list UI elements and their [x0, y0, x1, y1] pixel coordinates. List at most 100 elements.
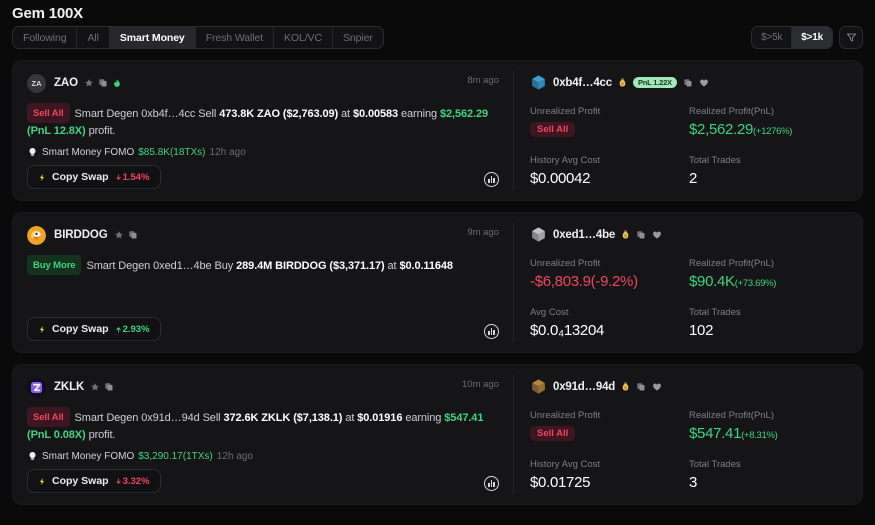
- copy-icon[interactable]: [683, 78, 693, 88]
- action-prefix: Smart Degen 0x91d…94d Sell: [75, 412, 224, 424]
- action-pnl: (PnL 12.8X): [27, 125, 86, 137]
- wallet-address[interactable]: 0x91d…94d: [553, 381, 615, 393]
- tab-all[interactable]: All: [77, 27, 109, 48]
- realized-label: Realized Profit(PnL): [689, 104, 848, 119]
- wallet-header: 0x91d…94d$: [530, 377, 848, 396]
- cost-value: $0.0₄13204: [530, 320, 689, 342]
- flame-icon: [112, 78, 122, 89]
- card-right: 0xed1…4be $ Unrealized Profit-$6,803.9(-9.…: [514, 213, 862, 352]
- arrow-down-icon: [115, 477, 122, 486]
- wallet-address[interactable]: 0xed1…4be: [553, 229, 615, 241]
- avatar[interactable]: ZA: [27, 74, 46, 93]
- copy-icon[interactable]: [104, 382, 114, 392]
- page-title: Gem 100X: [12, 0, 83, 28]
- card-left: BIRDDOG9m agoBuy MoreSmart Degen 0xed1…4…: [13, 213, 513, 352]
- realized-value: $2,562.29(+1276%): [689, 119, 848, 143]
- cost-value: $0.00042: [530, 168, 689, 190]
- action-at: at: [385, 260, 400, 272]
- trades-value: 3: [689, 472, 848, 494]
- copy-swap-percent: 3.32%: [123, 476, 150, 487]
- amount-filter-1[interactable]: $>1k: [792, 27, 832, 48]
- tab-following[interactable]: Following: [13, 27, 77, 48]
- copy-swap-button[interactable]: Copy Swap3.32%: [27, 469, 161, 493]
- copy-swap-label: Copy Swap: [52, 171, 109, 183]
- cost-label: Avg Cost: [530, 305, 689, 320]
- token-header: ZKLK: [27, 377, 499, 397]
- tab-smart-money[interactable]: Smart Money: [110, 27, 196, 48]
- time-ago: 8m ago: [467, 75, 499, 86]
- action-usd-value: ($2,763.09): [283, 108, 338, 120]
- copy-icon[interactable]: [98, 78, 108, 88]
- token-name: ZAO: [54, 77, 78, 89]
- activity-card: BIRDDOG9m agoBuy MoreSmart Degen 0xed1…4…: [12, 212, 863, 353]
- avatar[interactable]: [27, 378, 46, 397]
- action-usd-value: ($3,371.17): [329, 260, 384, 272]
- chart-icon[interactable]: [484, 172, 499, 187]
- star-icon[interactable]: [84, 78, 94, 88]
- app-root: Gem 100X FollowingAllSmart MoneyFresh Wa…: [0, 0, 875, 525]
- action-amount: 289.4M BIRDDOG: [236, 260, 326, 272]
- fomo-amount: $3,290.17(1TXs): [138, 451, 213, 462]
- copy-icon[interactable]: [636, 230, 646, 240]
- copy-icon[interactable]: [636, 382, 646, 392]
- heart-icon[interactable]: [699, 78, 709, 88]
- money-bag-icon: $: [621, 229, 630, 240]
- tab-kol-vc[interactable]: KOL/VC: [274, 27, 333, 48]
- filter-button[interactable]: [839, 26, 863, 49]
- action-at: at: [338, 108, 353, 120]
- copy-swap-button[interactable]: Copy Swap2.93%: [27, 317, 161, 341]
- action-badge: Sell All: [27, 407, 70, 427]
- token-icons: [84, 78, 122, 89]
- chart-icon[interactable]: [484, 324, 499, 339]
- action-earning-word: earning: [398, 108, 440, 120]
- realized-percent: (+73.69%): [735, 278, 776, 289]
- heart-icon[interactable]: [652, 382, 662, 392]
- unrealized-label: Unrealized Profit: [530, 256, 689, 271]
- action-description: Sell AllSmart Degen 0x91d…94d Sell 372.6…: [27, 407, 499, 444]
- trades-value: 2: [689, 168, 848, 190]
- cost-value: $0.01725: [530, 472, 689, 494]
- token-icons: [90, 382, 114, 392]
- tab-snpier[interactable]: Snpier: [333, 27, 383, 48]
- star-icon[interactable]: [90, 382, 100, 392]
- realized-amount: $90.4K: [689, 273, 735, 290]
- unrealized-sell-all-tag: Sell All: [530, 426, 575, 441]
- action-pnl: (PnL 0.08X): [27, 429, 86, 441]
- action-prefix: Smart Degen 0xb4f…4cc Sell: [75, 108, 220, 120]
- copy-icon[interactable]: [128, 230, 138, 240]
- category-tabs: FollowingAllSmart MoneyFresh WalletKOL/V…: [12, 26, 384, 49]
- realized-percent: (+1276%): [753, 126, 792, 137]
- action-amount: 473.8K ZAO: [219, 108, 280, 120]
- realized-percent: (+8.31%): [741, 430, 777, 441]
- action-description: Buy MoreSmart Degen 0xed1…4be Buy 289.4M…: [27, 255, 499, 275]
- chart-icon[interactable]: [484, 476, 499, 491]
- amount-filter-0[interactable]: $>5k: [752, 27, 792, 48]
- time-ago: 9m ago: [467, 227, 499, 238]
- trades-label: Total Trades: [689, 153, 848, 168]
- copy-swap-button[interactable]: Copy Swap1.54%: [27, 165, 161, 189]
- avatar[interactable]: [27, 226, 46, 245]
- fomo-label: Smart Money FOMO: [42, 451, 134, 462]
- action-at: at: [342, 412, 357, 424]
- tab-fresh-wallet[interactable]: Fresh Wallet: [196, 27, 274, 48]
- realized-label: Realized Profit(PnL): [689, 408, 848, 423]
- bird-avatar-icon: [27, 226, 46, 245]
- unrealized-label: Unrealized Profit: [530, 104, 689, 119]
- wallet-stats: Unrealized ProfitSell AllRealized Profit…: [530, 104, 848, 190]
- realized-value: $90.4K(+73.69%): [689, 271, 848, 295]
- fomo-time: 12h ago: [210, 147, 246, 158]
- unrealized-value: -$6,803.9(-9.2%): [530, 271, 689, 293]
- star-icon[interactable]: [114, 230, 124, 240]
- card-left: ZKLK10m agoSell AllSmart Degen 0x91d…94d…: [13, 365, 513, 504]
- card-left: ZAZAO8m agoSell AllSmart Degen 0xb4f…4cc…: [13, 61, 513, 200]
- wallet-header: 0xed1…4be $: [530, 225, 848, 244]
- wallet-address[interactable]: 0xb4f…4cc: [553, 77, 612, 89]
- heart-icon[interactable]: [652, 230, 662, 240]
- lightbulb-icon: [27, 147, 38, 158]
- unrealized-label: Unrealized Profit: [530, 408, 689, 423]
- fomo-amount: $85.8K(18TXs): [138, 147, 205, 158]
- action-prefix: Smart Degen 0xed1…4be Buy: [86, 260, 236, 272]
- token-icons: [114, 230, 138, 240]
- trades-value: 102: [689, 320, 848, 342]
- bolt-icon: [38, 476, 46, 487]
